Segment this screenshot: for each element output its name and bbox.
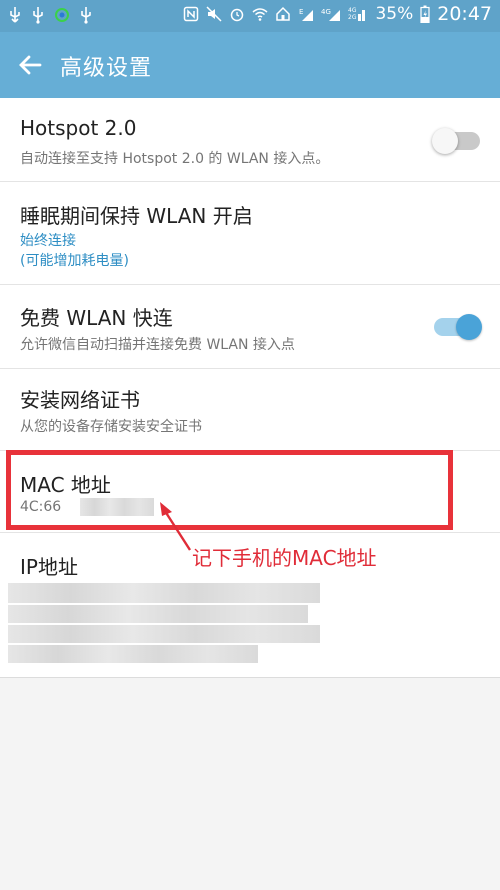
notification-app-icon [55, 8, 69, 22]
setting-hotspot[interactable]: Hotspot 2.0 自动连接至支持 Hotspot 2.0 的 WLAN 接… [0, 98, 500, 182]
free-wlan-toggle-thumb [456, 314, 482, 340]
status-bar-right: E 4G 4G 2G 35% 20:47 [183, 3, 492, 25]
settings-list: Hotspot 2.0 自动连接至支持 Hotspot 2.0 的 WLAN 接… [0, 98, 500, 678]
status-bar-left [8, 6, 93, 24]
mac-highlight-box [6, 450, 453, 530]
annotation-label: 记下手机的MAC地址 [192, 546, 377, 570]
status-bar: E 4G 4G 2G 35% 20:47 [0, 0, 500, 32]
mute-icon [206, 6, 222, 22]
battery-percent: 35% [375, 4, 414, 24]
back-button[interactable] [16, 50, 46, 80]
arrow-left-icon [19, 55, 42, 75]
wifi-icon [252, 8, 268, 21]
page-title: 高级设置 [60, 56, 153, 81]
battery-icon [420, 5, 430, 23]
signal-4g-icon: 4G [321, 8, 341, 21]
hotspot-toggle-thumb [432, 128, 458, 154]
setting-ip-title: IP地址 [20, 555, 78, 579]
alarm-icon [231, 8, 244, 22]
setting-sleep-wlan-note: (可能增加耗电量) [20, 253, 129, 269]
ip-redaction-blur [8, 645, 258, 663]
setting-free-wlan-title: 免费 WLAN 快连 [20, 306, 173, 330]
home-icon [276, 6, 291, 21]
ip-redaction-blur [8, 583, 320, 603]
usb-icon [33, 7, 43, 24]
app-bar: 高级设置 [0, 32, 500, 98]
svg-text:4G: 4G [348, 7, 357, 14]
setting-install-cert-subtitle: 从您的设备存储安装安全证书 [20, 419, 202, 435]
svg-text:2G: 2G [348, 14, 357, 21]
setting-free-wlan-subtitle: 允许微信自动扫描并连接免费 WLAN 接入点 [20, 337, 295, 353]
svg-text:E: E [299, 8, 303, 16]
setting-hotspot-subtitle: 自动连接至支持 Hotspot 2.0 的 WLAN 接入点。 [20, 151, 330, 167]
signal-4g-icon: 4G2G [348, 7, 366, 21]
setting-sleep-wlan-title: 睡眠期间保持 WLAN 开启 [20, 204, 253, 228]
clock: 20:47 [437, 3, 492, 25]
usb-icon [10, 7, 20, 23]
setting-install-cert[interactable]: 安装网络证书 从您的设备存储安装安全证书 [0, 369, 500, 451]
setting-sleep-wlan-value: 始终连接 [20, 233, 76, 249]
ip-redaction-blur [8, 605, 308, 623]
setting-free-wlan[interactable]: 免费 WLAN 快连 允许微信自动扫描并连接免费 WLAN 接入点 [0, 285, 500, 369]
usb-icon [81, 7, 91, 24]
ip-redaction-blur [8, 625, 320, 643]
setting-sleep-wlan[interactable]: 睡眠期间保持 WLAN 开启 始终连接 (可能增加耗电量) [0, 182, 500, 285]
setting-install-cert-title: 安装网络证书 [20, 388, 140, 412]
svg-text:4G: 4G [321, 8, 331, 16]
nfc-icon [184, 6, 199, 22]
signal-e-icon: E [299, 8, 314, 21]
setting-hotspot-title: Hotspot 2.0 [20, 116, 137, 140]
